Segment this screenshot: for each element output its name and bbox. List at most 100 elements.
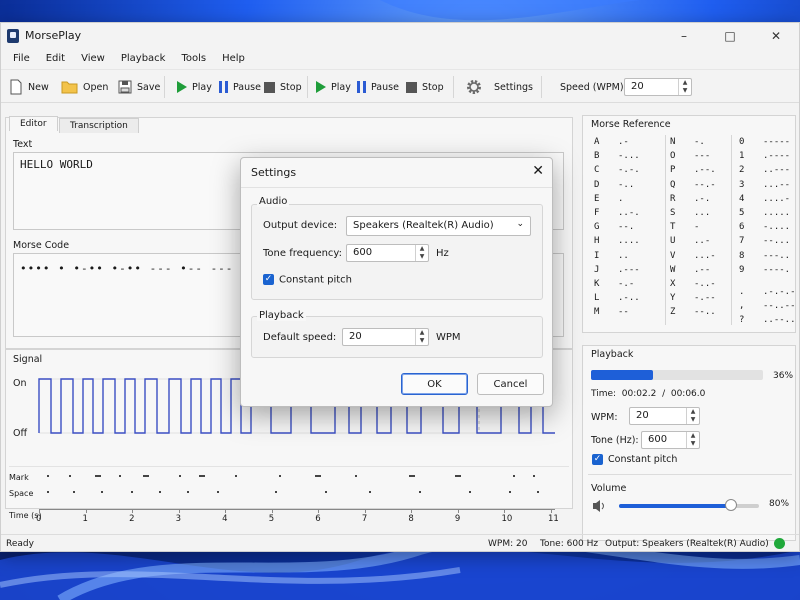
tab-editor[interactable]: Editor — [9, 116, 58, 131]
tab-transcription[interactable]: Transcription — [59, 118, 139, 133]
folder-icon — [61, 81, 78, 94]
settings-label: Settings — [494, 81, 533, 93]
time-tick — [39, 509, 40, 513]
pause-icon — [219, 81, 228, 93]
menu-tools[interactable]: Tools — [173, 49, 214, 69]
title-bar: MorsePlay – □ ✕ — [1, 23, 799, 49]
reference-entry: F ..-. — [594, 208, 640, 219]
status-ready: Ready — [6, 539, 34, 549]
stop-label: Stop — [280, 81, 302, 93]
time-tick — [132, 509, 134, 513]
app-icon — [7, 29, 19, 43]
play-label: Play — [331, 81, 351, 93]
output-device-label: Output device: — [263, 220, 338, 231]
tone-label: Tone (Hz): — [591, 435, 639, 446]
time-axis: 0 1 2 3 4 5 6 7 8 9 10 11 — [36, 509, 561, 529]
hz-unit: Hz — [436, 248, 449, 259]
menu-file[interactable]: File — [5, 49, 38, 69]
open-label: Open — [83, 81, 109, 93]
settings-button[interactable]: Settings — [465, 70, 533, 104]
volume-slider-knob[interactable] — [725, 499, 737, 511]
reference-entry: O --- — [670, 151, 711, 162]
time-tick-label: 8 — [408, 514, 414, 524]
volume-label: Volume — [591, 483, 627, 494]
reference-entry: Z --.. — [670, 307, 716, 318]
reference-entry: V ...- — [670, 250, 716, 261]
reference-entry: 5..... — [739, 208, 791, 219]
time-tick — [504, 509, 506, 513]
stop-button-2[interactable]: Stop — [406, 70, 444, 104]
cancel-button[interactable]: Cancel — [477, 373, 544, 395]
pause-label: Pause — [233, 81, 261, 93]
time-tick — [457, 509, 459, 513]
reference-entry: 6 -.... — [739, 222, 791, 233]
volume-slider[interactable] — [619, 499, 759, 511]
menu-help[interactable]: Help — [214, 49, 253, 69]
status-tone: Tone: 600 Hz — [540, 539, 599, 549]
reference-entry: 4 ....- — [739, 193, 791, 204]
wpm-spinbox[interactable]: 20 ▲ ▼ — [629, 407, 700, 425]
reference-letters-n-z: N -. O --- P .--. Q --.- R .-. S... T - U ..- V ...- W .--… — [670, 135, 716, 320]
spin-arrows[interactable]: ▲ ▼ — [678, 79, 691, 95]
reference-entry: B -... — [594, 151, 640, 162]
new-button[interactable]: New — [9, 70, 49, 104]
open-button[interactable]: Open — [61, 70, 108, 104]
reference-entry: 9 ----. — [739, 264, 791, 275]
output-device-select[interactable]: Speakers (Realtek(R) Audio) ⌄ — [346, 216, 531, 236]
ok-button[interactable]: OK — [401, 373, 468, 395]
minimize-button[interactable]: – — [661, 23, 707, 49]
reference-entry: Y -.-- — [670, 293, 716, 304]
status-wpm: WPM: 20 — [488, 539, 528, 549]
chevron-down-icon: ⌄ — [516, 219, 524, 229]
play-button-2[interactable]: Play — [316, 70, 351, 104]
window-title: MorsePlay — [25, 29, 82, 42]
reference-digits: 0 ----- 1 .---- 2 ..--- 3 ...-- 4 ....- 5..... 6 -..… — [739, 135, 790, 277]
stop-label: Stop — [422, 81, 444, 93]
reference-title: Morse Reference — [591, 119, 671, 130]
status-indicator — [774, 538, 785, 549]
dialog-constant-pitch-checkbox[interactable]: ✓ Constant pitch — [263, 274, 352, 286]
maximize-button[interactable]: □ — [707, 23, 753, 49]
tone-frequency-spinbox[interactable]: 600 ▲ ▼ — [346, 244, 429, 262]
menu-view[interactable]: View — [73, 49, 113, 69]
stop-button[interactable]: Stop — [264, 70, 302, 104]
playback-group-title: Playback — [257, 310, 306, 321]
tone-frequency-label: Tone frequency: — [263, 248, 342, 259]
playback-progress-bar — [591, 370, 763, 380]
pause-button[interactable]: Pause — [219, 70, 261, 104]
reference-entry: W .-- — [670, 264, 711, 275]
constant-pitch-checkbox[interactable]: ✓ Constant pitch — [592, 454, 677, 465]
reference-entry: J .--- — [594, 264, 640, 275]
reference-entry: P .--. — [670, 165, 716, 176]
reference-entry: G --. — [594, 222, 635, 233]
reference-entry: 0 ----- — [739, 137, 791, 147]
time-tick — [178, 509, 180, 513]
tone-spinbox[interactable]: 600 ▲ ▼ — [641, 431, 700, 449]
play-button[interactable]: Play — [177, 70, 212, 104]
text-label: Text — [13, 139, 33, 150]
default-speed-spinbox[interactable]: 20 ▲ ▼ — [342, 328, 429, 346]
reference-entry: X -..- — [670, 279, 716, 290]
signal-title: Signal — [13, 354, 43, 365]
wpm-unit: WPM — [436, 332, 461, 343]
speed-spinbox[interactable]: 20 ▲ ▼ — [624, 78, 692, 96]
close-button[interactable]: ✕ — [753, 23, 799, 49]
reference-entry: 2 ..--- — [739, 165, 791, 176]
dialog-close-icon[interactable]: ✕ — [532, 163, 544, 179]
time-tick — [225, 509, 227, 513]
checkbox-checked-icon: ✓ — [592, 454, 603, 465]
reference-entry: I.. — [594, 250, 629, 261]
reference-entry: S... — [670, 208, 711, 219]
reference-entry: 8 ---.. — [739, 250, 791, 261]
pause-button-2[interactable]: Pause — [357, 70, 399, 104]
save-icon — [118, 80, 132, 94]
time-tick — [85, 509, 87, 513]
new-file-icon — [10, 79, 22, 95]
reference-entry: , --..-- — [739, 301, 796, 311]
reference-entry: 7 --... — [739, 236, 791, 247]
menu-edit[interactable]: Edit — [38, 49, 73, 69]
status-bar: Ready WPM: 20 Tone: 600 Hz Output: Speak… — [1, 534, 799, 552]
menu-playback[interactable]: Playback — [113, 49, 174, 69]
save-button[interactable]: Save — [118, 70, 160, 104]
dialog-title: Settings — [251, 166, 297, 179]
